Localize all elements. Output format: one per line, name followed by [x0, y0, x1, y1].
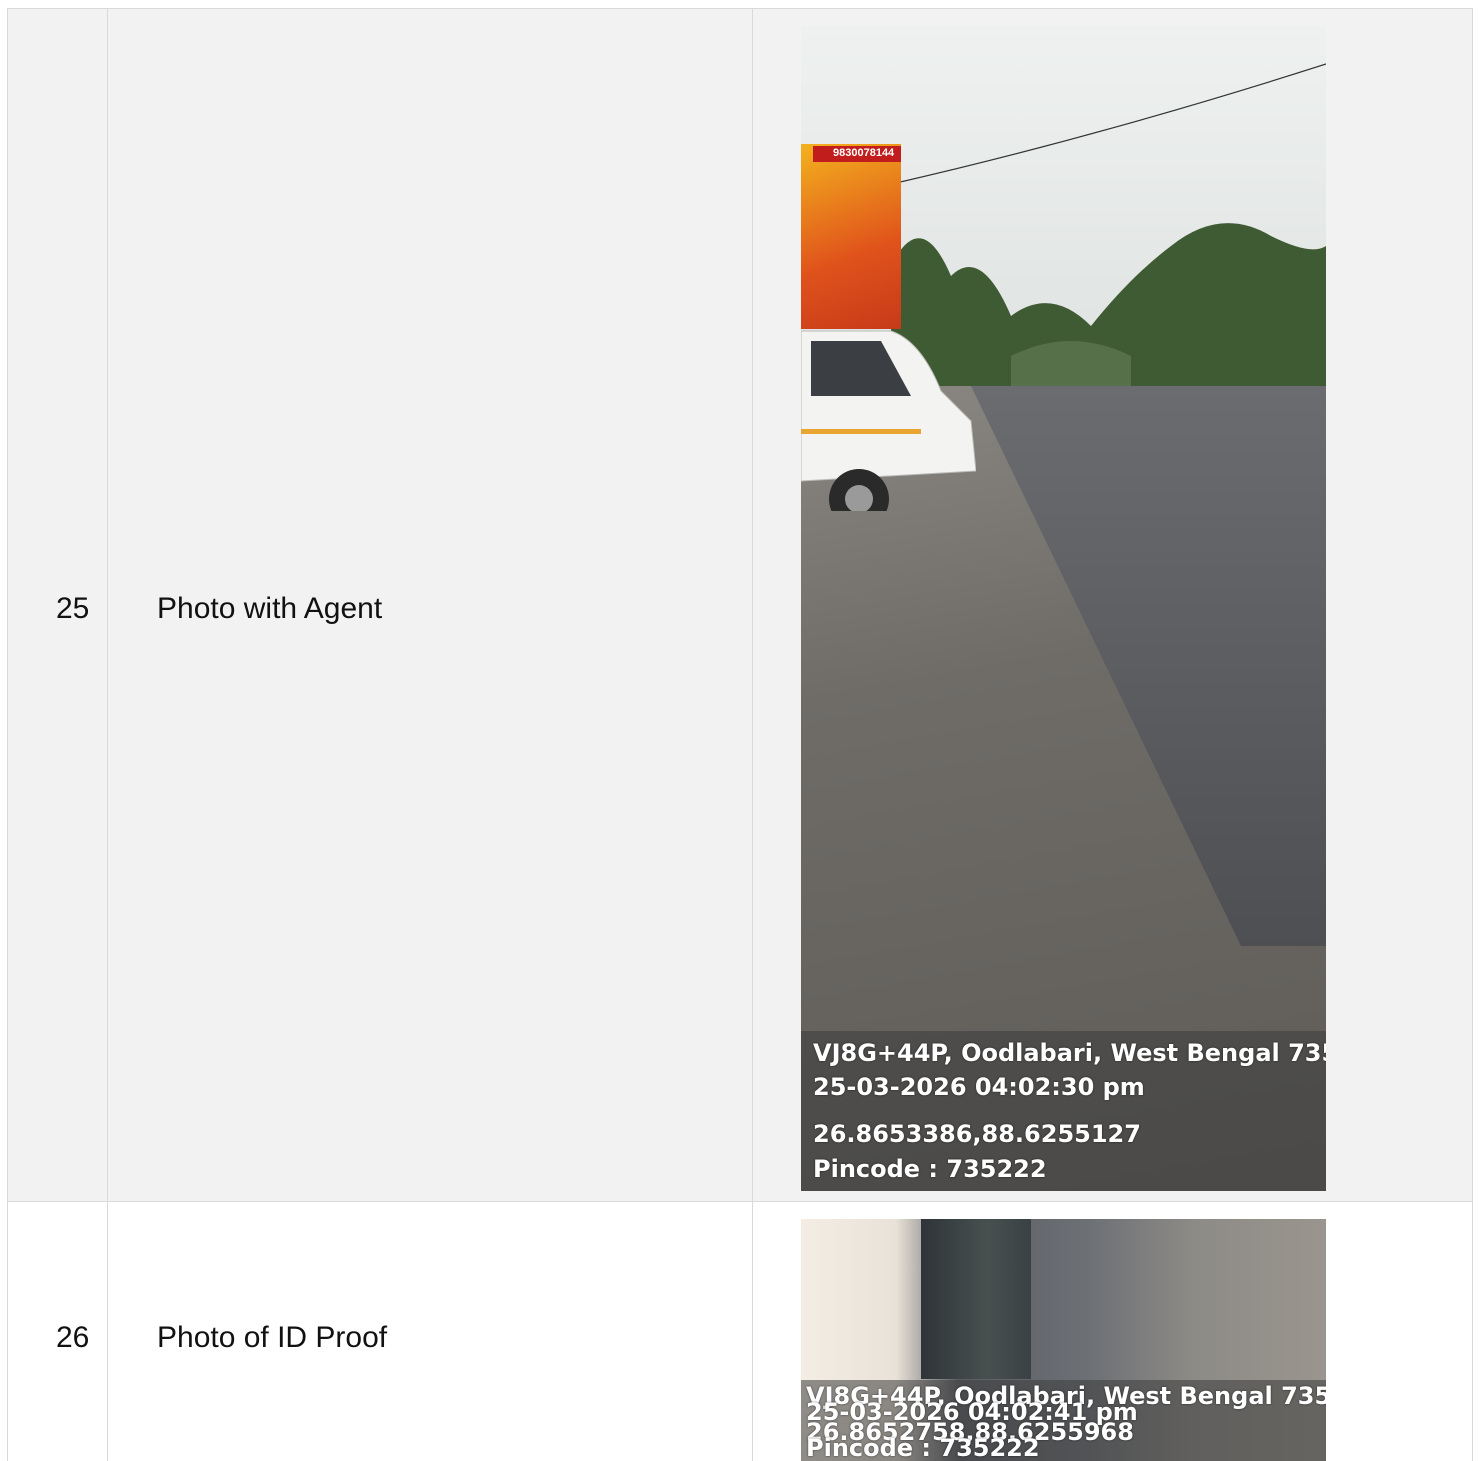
geotag-pincode: Pincode : 735222 — [806, 1434, 1040, 1461]
row-number-cell: 26 — [7, 1202, 108, 1461]
row-label: Photo with Agent — [157, 592, 383, 625]
geotag-pincode: Pincode : 735222 — [813, 1155, 1047, 1183]
geotag-address: VJ8G+44P, Oodlabari, West Bengal 735222,… — [813, 1039, 1326, 1067]
geotag-datetime: 25-03-2026 04:02:30 pm — [813, 1073, 1145, 1101]
photo-buildings — [921, 1219, 1031, 1379]
id-proof-photo[interactable]: VJ8G+44P, Oodlabari, West Bengal 735222,… — [801, 1219, 1326, 1461]
photo-geotag-overlay: VJ8G+44P, Oodlabari, West Bengal 735222,… — [801, 1031, 1326, 1191]
parked-van — [801, 330, 976, 511]
geotag-coordinates: 26.8653386,88.6255127 — [813, 1120, 1141, 1148]
row-label-cell: Photo of ID Proof — [108, 1202, 753, 1461]
row-photo-cell: 9830078144 VJ8G+44P, Oodlabari, West Ben… — [753, 9, 1473, 1201]
photo-geotag-overlay: VJ8G+44P, Oodlabari, West Bengal 735222,… — [801, 1380, 1326, 1461]
report-table: 25 Photo with Agent 9830078144 VJ8G+44P,… — [7, 8, 1473, 1461]
row-photo-cell: VJ8G+44P, Oodlabari, West Bengal 735222,… — [753, 1202, 1473, 1461]
billboard: 9830078144 — [801, 144, 901, 329]
table-row: 25 Photo with Agent 9830078144 VJ8G+44P,… — [7, 9, 1473, 1202]
row-label-cell: Photo with Agent — [108, 9, 753, 1201]
agent-photo[interactable]: 9830078144 VJ8G+44P, Oodlabari, West Ben… — [801, 26, 1326, 1191]
row-number: 25 — [56, 592, 90, 625]
table-row: 26 Photo of ID Proof VJ8G+44P, Oodlabari… — [7, 1202, 1473, 1461]
row-number-cell: 25 — [7, 9, 108, 1201]
billboard-phone: 9830078144 — [833, 147, 895, 159]
row-number: 26 — [56, 1321, 90, 1354]
row-label: Photo of ID Proof — [157, 1321, 388, 1354]
